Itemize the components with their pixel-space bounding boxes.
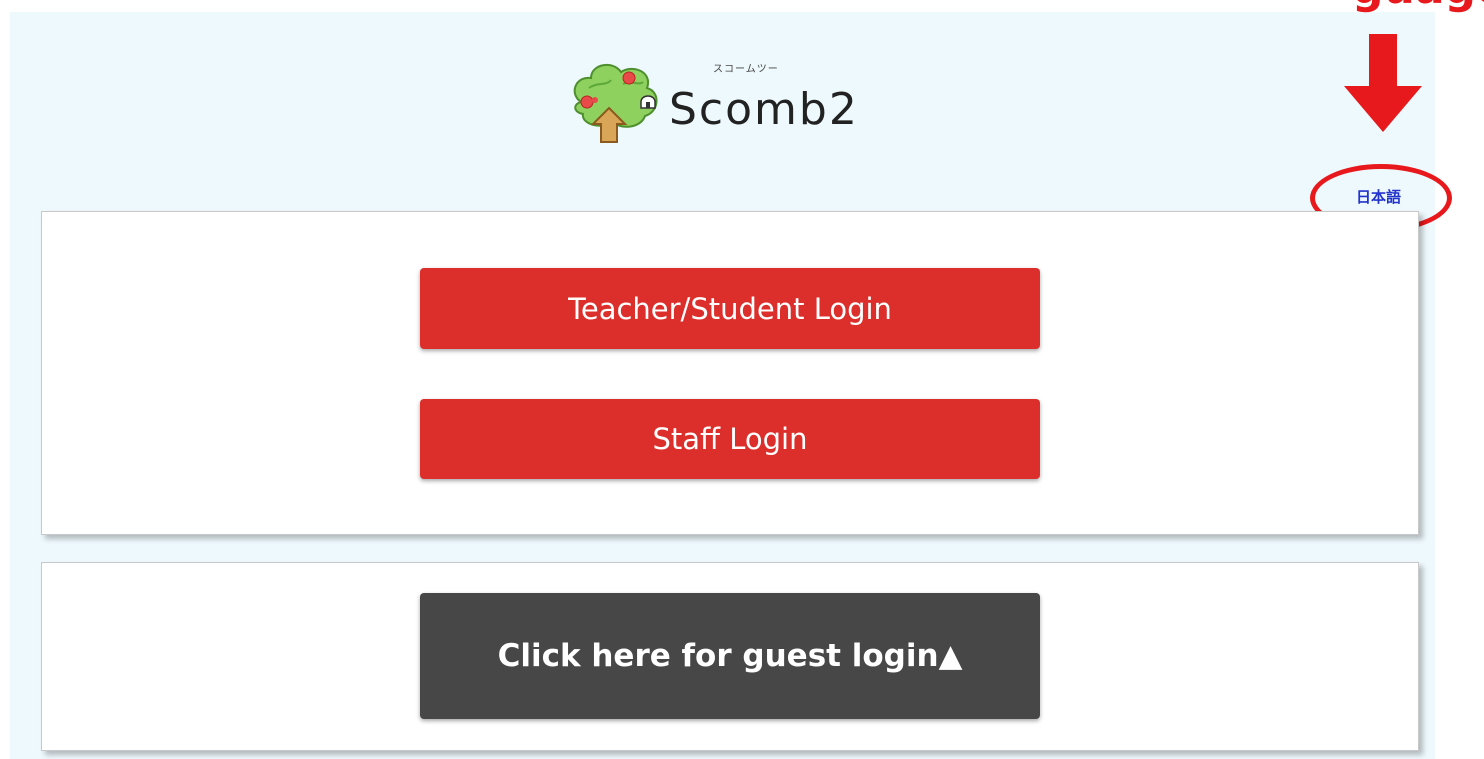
teacher-student-login-button[interactable]: Teacher/Student Login <box>420 268 1040 349</box>
logo-wordmark: Scomb2 <box>669 84 859 135</box>
tree-house-icon <box>573 63 658 143</box>
guest-panel: Click here for guest login▲ <box>41 562 1419 751</box>
scomb-logo: スコームツー Scomb2 <box>567 58 907 144</box>
down-arrow-icon <box>1344 34 1422 132</box>
login-panel: Teacher/Student Login Staff Login <box>41 211 1419 535</box>
logo-kana: スコームツー <box>713 64 779 75</box>
annotation-heading: guage <box>1352 0 1484 11</box>
guest-login-button[interactable]: Click here for guest login▲ <box>420 593 1040 719</box>
staff-login-button[interactable]: Staff Login <box>420 399 1040 479</box>
language-switch-link[interactable]: 日本語 <box>1356 186 1401 207</box>
